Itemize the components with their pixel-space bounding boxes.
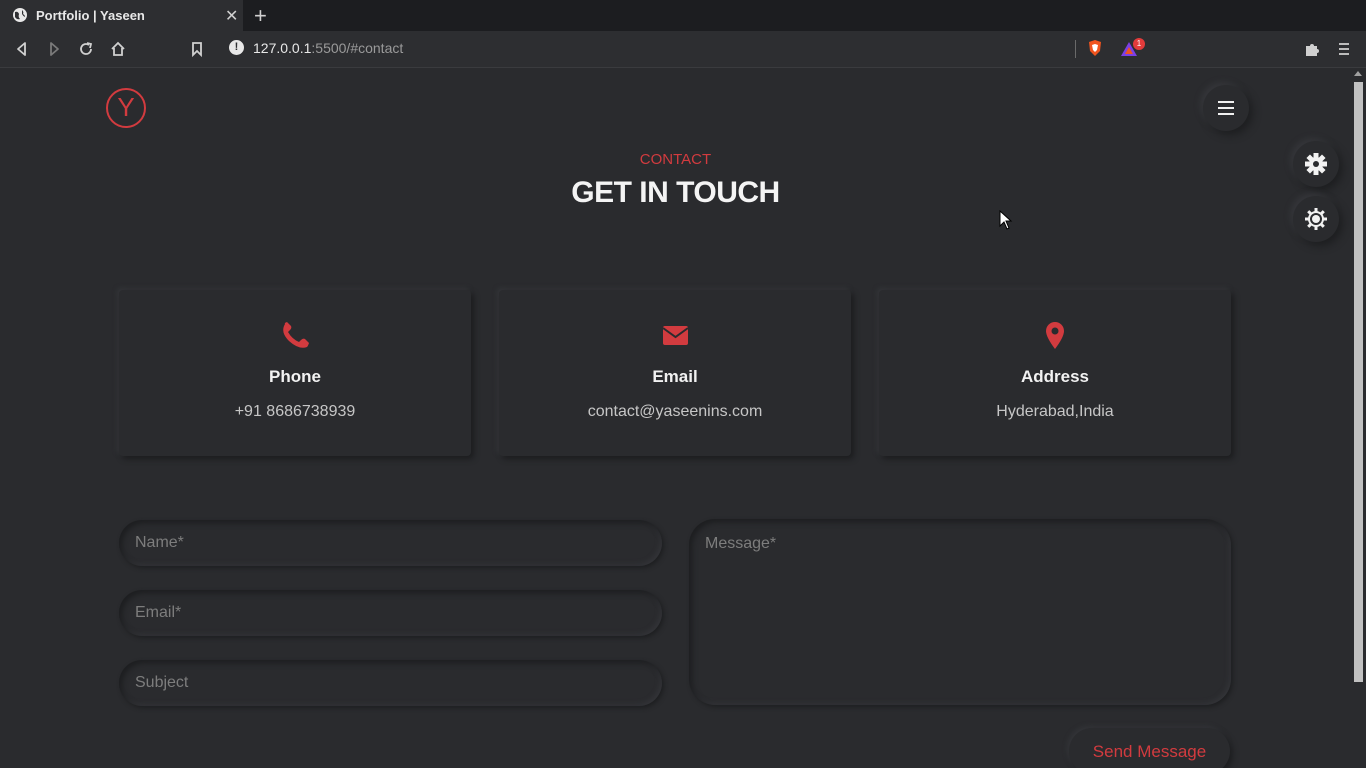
back-icon[interactable] (12, 39, 32, 59)
home-icon[interactable] (108, 39, 128, 59)
new-tab-button[interactable]: + (254, 3, 267, 29)
page-scrollbar[interactable] (1351, 68, 1366, 768)
email-input[interactable]: Email* (119, 590, 662, 636)
browser-toolbar: ! 127.0.0.1:5500/#contact 1 (0, 31, 1366, 68)
card-label: Email (652, 367, 698, 386)
toolbar-divider (1075, 40, 1076, 58)
mouse-cursor-icon (999, 210, 1013, 230)
card-label: Address (1020, 367, 1090, 386)
section-subtitle: CONTACT (639, 151, 712, 168)
card-value: +91 8686738939 (234, 403, 356, 420)
tab-close-button[interactable]: ✕ (225, 6, 238, 26)
menu-icon[interactable] (1334, 39, 1354, 59)
contact-card-address: Address Hyderabad,India (879, 290, 1231, 456)
name-input[interactable]: Name* (119, 520, 662, 566)
address-bar[interactable]: 127.0.0.1:5500/#contact (253, 40, 403, 56)
info-icon[interactable]: ! (229, 40, 244, 55)
card-value: contact@yaseenins.com (587, 403, 763, 420)
message-textarea[interactable]: Message* (689, 519, 1231, 705)
browser-tab[interactable]: Portfolio | Yaseen ✕ (0, 0, 243, 31)
hamburger-menu-button[interactable] (1203, 85, 1249, 131)
phone-icon (283, 322, 309, 348)
scroll-up-arrow-icon[interactable] (1354, 71, 1362, 76)
scroll-thumb[interactable] (1354, 82, 1363, 682)
extensions-icon[interactable] (1302, 39, 1322, 59)
forward-icon[interactable] (44, 39, 64, 59)
card-label: Phone (269, 367, 321, 386)
globe-icon (13, 8, 27, 22)
bookmark-icon[interactable] (187, 39, 207, 59)
contact-card-phone: Phone +91 8686738939 (119, 290, 471, 456)
tab-title: Portfolio | Yaseen (36, 8, 145, 23)
card-value: Hyderabad,India (996, 403, 1114, 420)
site-logo[interactable]: Y (106, 88, 146, 128)
envelope-icon (662, 326, 689, 345)
brave-shield-icon[interactable] (1085, 38, 1105, 58)
browser-tab-bar: Portfolio | Yaseen ✕ + (0, 0, 1366, 31)
map-pin-icon (1046, 322, 1064, 349)
send-message-button[interactable]: Send Message (1069, 728, 1230, 768)
reload-icon[interactable] (76, 39, 96, 59)
section-title: GET IN TOUCH (571, 176, 780, 209)
contact-card-email: Email contact@yaseenins.com (499, 290, 851, 456)
notification-badge: 1 (1133, 38, 1145, 50)
page-content: Y CONTACT GET IN TOUCH Phone +91 8686738… (0, 68, 1351, 768)
subject-input[interactable]: Subject (119, 660, 662, 706)
